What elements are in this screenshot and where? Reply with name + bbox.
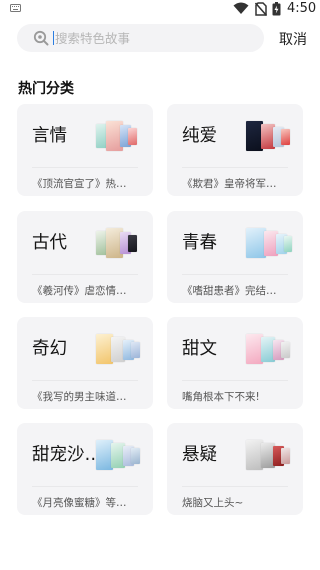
no-sim-icon <box>255 2 267 16</box>
wifi-icon <box>233 2 249 14</box>
category-name: 纯爱 <box>182 126 217 146</box>
status-clock: 4:50 <box>287 1 317 16</box>
book-cover <box>281 448 290 464</box>
category-name: 青春 <box>182 233 217 253</box>
battery-icon <box>272 2 281 16</box>
category-name: 悬疑 <box>182 445 217 465</box>
search-bar[interactable] <box>17 24 264 52</box>
cancel-button[interactable]: 取消 <box>279 29 307 49</box>
book-cover <box>131 342 140 358</box>
book-cover <box>281 342 290 358</box>
divider <box>182 274 288 275</box>
category-description: 《羲河传》虐恋情… <box>32 285 127 297</box>
divider <box>182 380 288 381</box>
search-icon <box>33 30 49 46</box>
category-name: 甜宠沙… <box>32 445 102 465</box>
status-bar: 4:50 <box>0 0 320 18</box>
category-name: 甜文 <box>182 339 217 359</box>
keyboard-icon <box>10 4 21 12</box>
divider <box>32 486 138 487</box>
book-covers <box>96 438 142 472</box>
divider <box>32 167 138 168</box>
category-card-mystery[interactable]: 悬疑 烧脑又上头~ <box>167 423 303 515</box>
category-description: 《嗜甜患者》完结… <box>182 285 277 297</box>
category-card-romance[interactable]: 言情 《顶流官宣了》热… <box>17 104 153 196</box>
category-card-ancient[interactable]: 古代 《羲河传》虐恋情… <box>17 211 153 303</box>
book-covers <box>246 119 292 153</box>
book-covers <box>246 226 292 260</box>
book-cover <box>246 228 266 258</box>
book-cover <box>284 236 292 252</box>
category-description: 《顶流官宣了》热… <box>32 178 127 190</box>
section-title: 热门分类 <box>18 81 74 97</box>
category-name: 言情 <box>32 126 67 146</box>
category-name: 古代 <box>32 233 67 253</box>
category-name: 奇幻 <box>32 339 67 359</box>
category-card-pure-love[interactable]: 纯爱 《欺君》皇帝将军… <box>167 104 303 196</box>
book-cover <box>128 235 137 252</box>
divider <box>182 167 288 168</box>
search-input[interactable] <box>55 24 255 52</box>
category-description: 《我写的男主味道… <box>32 391 127 403</box>
category-description: 《月亮像蜜糖》等… <box>32 497 127 509</box>
category-card-youth[interactable]: 青春 《嗜甜患者》完结… <box>167 211 303 303</box>
book-covers <box>246 332 292 366</box>
book-covers <box>96 332 142 366</box>
category-description: 《欺君》皇帝将军… <box>182 178 277 190</box>
category-description: 烧脑又上头~ <box>182 497 244 509</box>
divider <box>182 486 288 487</box>
book-covers <box>96 119 142 153</box>
category-description: 嘴角根本下不来! <box>182 391 260 403</box>
book-cover <box>131 448 140 464</box>
text-cursor <box>53 31 54 45</box>
category-card-sweet-pet[interactable]: 甜宠沙… 《月亮像蜜糖》等… <box>17 423 153 515</box>
category-card-fantasy[interactable]: 奇幻 《我写的男主味道… <box>17 317 153 409</box>
divider <box>32 274 138 275</box>
category-card-sweet[interactable]: 甜文 嘴角根本下不来! <box>167 317 303 409</box>
book-covers <box>246 438 292 472</box>
divider <box>32 380 138 381</box>
book-cover <box>281 129 290 145</box>
book-cover <box>128 128 137 145</box>
book-covers <box>96 226 142 260</box>
